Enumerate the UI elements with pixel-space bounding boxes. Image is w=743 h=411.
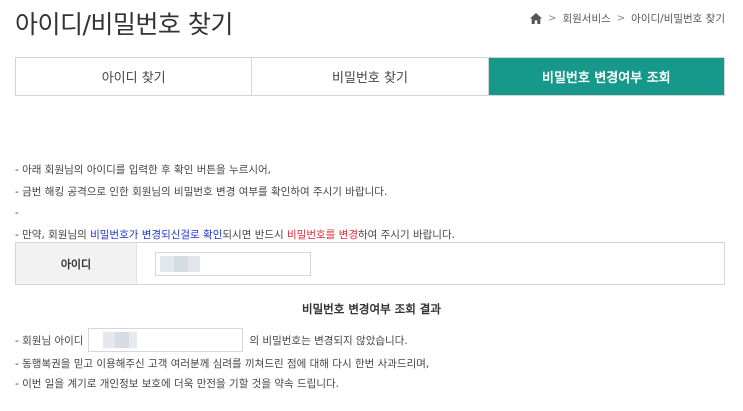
breadcrumb-item-find-account[interactable]: 아이디/비밀번호 찾기: [631, 11, 725, 26]
page: 아이디/비밀번호 찾기 > 회원서비스 > 아이디/비밀번호 찾기 아이디 찾기…: [0, 0, 743, 411]
page-title: 아이디/비밀번호 찾기: [15, 10, 233, 39]
tab-password-change-check[interactable]: 비밀번호 변경여부 조회: [487, 58, 724, 95]
notice-text-segment: 되시면 반드시: [222, 228, 288, 241]
tab-find-id[interactable]: 아이디 찾기: [16, 58, 252, 95]
breadcrumb-item-member-service[interactable]: 회원서비스: [562, 11, 610, 26]
notice-text-segment: 하여 주시기 바랍니다.: [357, 228, 455, 241]
result-line: - 이번 일을 계기로 개인정보 보호에 더욱 만전을 기할 것을 약속 드립니…: [15, 378, 339, 390]
result-list: - 회원님 아이디 의 비밀번호는 변경되지 않았습니다. - 동행복권을 믿고…: [15, 326, 429, 394]
notice-text: - 아래 회원님의 아이디를 입력한 후 확인 버튼을 누르시어, - 금번 해…: [15, 160, 455, 246]
result-suffix: 의 비밀번호는 변경되지 않았습니다.: [249, 334, 408, 347]
tab-bar: 아이디 찾기 비밀번호 찾기 비밀번호 변경여부 조회: [15, 57, 725, 96]
result-row: - 회원님 아이디 의 비밀번호는 변경되지 않았습니다.: [15, 326, 429, 354]
breadcrumb: > 회원서비스 > 아이디/비밀번호 찾기: [530, 11, 725, 26]
result-prefix: - 회원님 아이디: [15, 334, 84, 347]
notice-line: -: [15, 207, 19, 219]
result-line: - 동행복권을 믿고 이용해주신 고객 여러분께 심려를 끼쳐드린 점에 대해 …: [15, 358, 430, 370]
home-icon[interactable]: [530, 13, 543, 24]
id-field-wrap: [137, 243, 724, 284]
id-form: 아이디: [15, 242, 725, 285]
result-id-field: [88, 328, 244, 352]
notice-line: - 아래 회원님의 아이디를 입력한 후 확인 버튼을 누르시어,: [15, 164, 272, 176]
notice-highlight-blue: 비밀번호가 변경되신걸로 확인: [90, 228, 223, 241]
notice-text-segment: - 만약, 회원님의: [15, 228, 91, 241]
breadcrumb-separator: >: [616, 13, 626, 24]
notice-highlight-red: 비밀번호를 변경: [287, 228, 358, 241]
result-title: 비밀번호 변경여부 조회 결과: [302, 302, 441, 316]
tab-find-password[interactable]: 비밀번호 찾기: [251, 58, 488, 95]
id-input[interactable]: [155, 251, 311, 276]
id-label: 아이디: [16, 243, 137, 284]
breadcrumb-separator: >: [548, 13, 557, 24]
notice-line: - 금번 해킹 공격으로 인한 회원님의 비밀번호 변경 여부를 확인하여 주시…: [15, 185, 388, 198]
